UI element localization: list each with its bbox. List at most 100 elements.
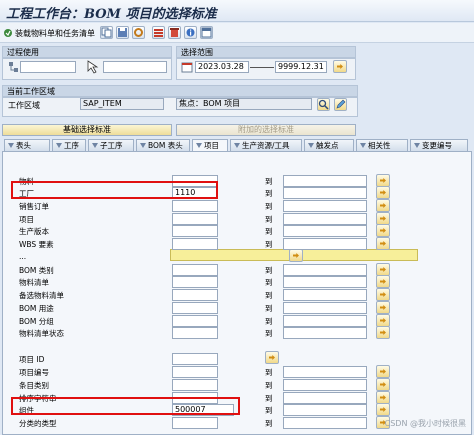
tab-operations[interactable]: 工序 [52, 139, 86, 151]
field-to-input[interactable] [283, 315, 367, 327]
tab-header[interactable]: 表头 [4, 139, 50, 151]
additional-criteria-button[interactable]: 附加的选择标准 [176, 124, 356, 136]
field-from-input[interactable] [172, 264, 218, 276]
field-from-input[interactable] [172, 302, 218, 314]
arrow-right-icon [380, 241, 386, 246]
to-label: 到 [265, 177, 273, 186]
layout-button[interactable] [200, 26, 213, 39]
field-to-input[interactable] [283, 392, 367, 404]
field-from-input[interactable] [172, 276, 218, 288]
separator-select-button[interactable] [289, 249, 303, 262]
field-to-input[interactable] [283, 264, 367, 276]
multiple-selection-button[interactable] [265, 351, 279, 364]
multiple-selection-button[interactable] [376, 186, 390, 199]
field-label: 项目编号 [19, 368, 49, 377]
field-from-input[interactable] [172, 417, 218, 429]
tab-change-number[interactable]: 变更编号 [410, 139, 468, 151]
arrow-right-icon [380, 305, 386, 310]
field-from-input[interactable] [172, 379, 218, 391]
multiple-selection-button[interactable] [376, 275, 390, 288]
multiple-selection-button[interactable] [376, 378, 390, 391]
field-from-input[interactable] [172, 327, 218, 339]
get-variant-icon [154, 29, 163, 37]
field-from-input[interactable] [172, 238, 218, 250]
field-to-input[interactable] [283, 289, 367, 301]
tab-bom-header[interactable]: BOM 表头 [136, 139, 190, 151]
to-label: 到 [265, 227, 273, 236]
layout-icon [201, 27, 212, 38]
field-from-input[interactable] [172, 213, 218, 225]
settings-button[interactable] [132, 26, 145, 39]
load-bom-button[interactable]: 装载物料单和任务清单 [3, 26, 95, 40]
field-to-input[interactable] [283, 404, 367, 416]
field-from-input[interactable] [172, 289, 218, 301]
selection-scope-title: 选择范围 [176, 46, 356, 58]
field-from-input[interactable] [172, 225, 218, 237]
arrow-right-icon [293, 253, 299, 258]
multiple-selection-button[interactable] [376, 237, 390, 250]
get-variant-button[interactable] [152, 26, 165, 39]
to-label: 到 [265, 304, 273, 313]
title-bar: 工程工作台：BOM 项目的选择标准 [0, 0, 474, 22]
field-to-input[interactable] [283, 225, 367, 237]
to-label: 到 [265, 266, 273, 275]
tab-dependencies[interactable]: 相关性 [356, 139, 408, 151]
field-to-input[interactable] [283, 417, 367, 429]
date-range-select-button[interactable] [333, 60, 347, 73]
field-label: 条目类别 [19, 381, 49, 390]
multiple-selection-button[interactable] [376, 403, 390, 416]
multiple-selection-button[interactable] [376, 365, 390, 378]
date-to-field[interactable]: 9999.12.31 [275, 61, 327, 73]
field-to-input[interactable] [283, 276, 367, 288]
field-from-input[interactable] [172, 353, 218, 365]
field-to-input[interactable] [283, 238, 367, 250]
multiple-selection-button[interactable] [376, 301, 390, 314]
field-label: 备选物料清单 [19, 291, 64, 300]
process-usage-field-2[interactable] [103, 61, 167, 73]
multiple-selection-button[interactable] [376, 288, 390, 301]
tab-trigger-points[interactable]: 触发点 [304, 139, 354, 151]
field-to-input[interactable] [283, 213, 367, 225]
field-to-input[interactable] [283, 327, 367, 339]
to-label: 到 [265, 381, 273, 390]
field-label: 物料清单状态 [19, 329, 64, 338]
field-from-input[interactable] [172, 315, 218, 327]
field-label: 生产版本 [19, 227, 49, 236]
delete-button[interactable] [168, 26, 181, 39]
field-to-input[interactable] [283, 302, 367, 314]
multiple-selection-button[interactable] [376, 199, 390, 212]
info-button[interactable] [184, 26, 197, 39]
multiple-selection-button[interactable] [376, 224, 390, 237]
watermark: CSDN @我小时候很黑 [384, 419, 466, 428]
arrow-right-icon [380, 369, 386, 374]
basic-criteria-button[interactable]: 基础选择标准 [2, 124, 172, 136]
tab-item[interactable]: 项目 [192, 139, 228, 151]
field-label: 物料清单 [19, 278, 49, 287]
multiple-selection-button[interactable] [376, 326, 390, 339]
pencil-icon [336, 99, 346, 109]
date-from-field[interactable]: 2023.03.28 [195, 61, 249, 73]
save-variant-button[interactable] [116, 26, 129, 39]
component-highlight [11, 397, 240, 415]
field-to-input[interactable] [283, 366, 367, 378]
arrow-right-icon [380, 190, 386, 195]
copy-button[interactable] [100, 26, 113, 39]
field-from-input[interactable] [172, 366, 218, 378]
tab-sub-operations[interactable]: 子工序 [88, 139, 134, 151]
arrow-right-icon [380, 395, 386, 400]
field-to-input[interactable] [283, 175, 367, 187]
process-usage-field-1[interactable] [20, 61, 76, 73]
save-variant-icon [118, 28, 127, 37]
copy-icon [101, 27, 112, 38]
field-label: BOM 类别 [19, 266, 54, 275]
field-to-input[interactable] [283, 187, 367, 199]
field-to-input[interactable] [283, 200, 367, 212]
work-area-field[interactable]: SAP_ITEM [80, 98, 164, 110]
edit-button[interactable] [334, 98, 347, 111]
field-to-input[interactable] [283, 379, 367, 391]
tab-prt[interactable]: 生产资源/工具 [230, 139, 302, 151]
field-from-input[interactable] [172, 200, 218, 212]
focus-field[interactable]: 焦点：BOM 项目 [176, 98, 312, 110]
field-label: BOM 分组 [19, 317, 54, 326]
search-button[interactable] [317, 98, 330, 111]
